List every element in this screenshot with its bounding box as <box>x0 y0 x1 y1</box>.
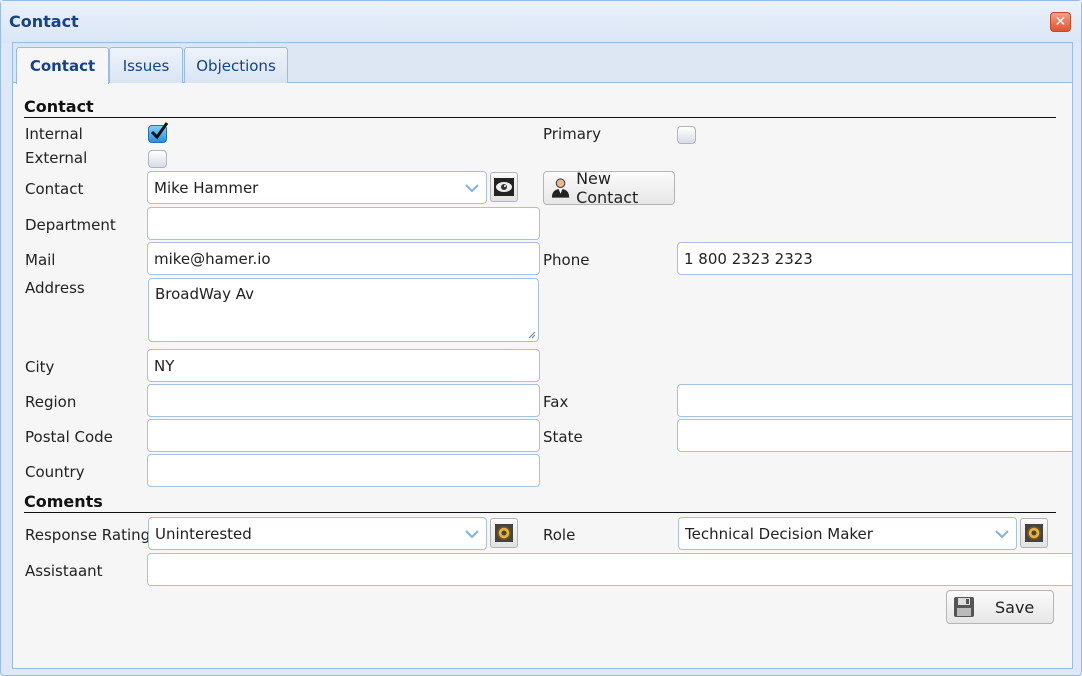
primary-label: Primary <box>543 125 601 143</box>
contact-window: Contact ✕ Contact Issues Objections Cont… <box>0 0 1082 676</box>
view-contact-button[interactable] <box>490 172 518 202</box>
response-rating-value: Uninterested <box>155 524 252 543</box>
assistant-label: Assistaant <box>25 562 103 580</box>
postal-code-label: Postal Code <box>25 428 113 446</box>
response-rating-combo[interactable]: Uninterested <box>148 517 487 550</box>
country-input[interactable] <box>147 454 540 487</box>
external-checkbox[interactable] <box>148 150 167 168</box>
settings-icon <box>1025 524 1043 542</box>
role-combo[interactable]: Technical Decision Maker <box>678 517 1017 550</box>
settings-icon <box>495 524 513 542</box>
contact-label: Contact <box>25 180 84 198</box>
region-input[interactable] <box>147 384 540 417</box>
response-rating-label: Response Rating <box>25 526 151 544</box>
phone-label: Phone <box>543 251 590 269</box>
phone-input[interactable]: 1 800 2323 2323 <box>677 242 1072 275</box>
internal-checkbox[interactable] <box>148 122 169 143</box>
tab-strip: Contact Issues Objections <box>13 43 1072 84</box>
address-value: BroadWay Av <box>155 285 254 303</box>
city-label: City <box>25 358 55 376</box>
role-edit-button[interactable] <box>1020 518 1048 548</box>
window-titlebar: Contact ✕ <box>1 1 1081 43</box>
checkmark-icon <box>150 122 169 140</box>
resize-handle-icon[interactable] <box>528 331 536 339</box>
postal-code-input[interactable] <box>147 419 540 452</box>
tab-contact[interactable]: Contact <box>16 47 109 84</box>
chevron-down-icon[interactable] <box>464 180 480 196</box>
close-button[interactable]: ✕ <box>1050 12 1071 32</box>
chevron-down-icon[interactable] <box>464 526 480 542</box>
close-icon: ✕ <box>1054 14 1067 30</box>
region-label: Region <box>25 393 77 411</box>
save-icon <box>954 597 974 617</box>
response-rating-edit-button[interactable] <box>490 518 518 548</box>
user-icon <box>551 178 570 198</box>
assistant-input[interactable] <box>147 553 1072 586</box>
mail-input[interactable]: mike@hamer.io <box>147 242 540 275</box>
section-comments-title: Coments <box>24 492 1056 513</box>
department-input[interactable] <box>147 207 540 240</box>
internal-label: Internal <box>25 125 83 143</box>
save-label: Save <box>995 597 1035 617</box>
fax-label: Fax <box>543 393 569 411</box>
save-button[interactable]: Save <box>946 590 1054 624</box>
eye-icon <box>494 178 514 196</box>
state-label: State <box>543 428 583 446</box>
country-label: Country <box>25 463 85 481</box>
new-contact-button[interactable]: New Contact <box>543 169 675 207</box>
tab-panel: Contact Issues Objections Contact Intern… <box>12 42 1073 669</box>
contact-combo-value: Mike Hammer <box>154 178 259 197</box>
new-contact-label: New Contact <box>576 169 639 207</box>
window-title: Contact <box>9 12 79 31</box>
primary-checkbox[interactable] <box>677 126 696 144</box>
chevron-down-icon[interactable] <box>994 526 1010 542</box>
fax-input[interactable] <box>677 384 1072 417</box>
tab-objections[interactable]: Objections <box>184 47 288 83</box>
tab-issues[interactable]: Issues <box>109 47 183 83</box>
external-label: External <box>25 149 88 167</box>
mail-label: Mail <box>25 251 56 269</box>
address-textarea[interactable]: BroadWay Av <box>148 278 539 342</box>
address-label: Address <box>25 279 85 297</box>
section-contact-title: Contact <box>24 97 1056 118</box>
state-input[interactable] <box>677 419 1072 452</box>
role-label: Role <box>543 526 576 544</box>
city-input[interactable]: NY <box>147 349 540 382</box>
contact-combo[interactable]: Mike Hammer <box>147 171 487 204</box>
department-label: Department <box>25 216 116 234</box>
role-value: Technical Decision Maker <box>685 524 873 543</box>
